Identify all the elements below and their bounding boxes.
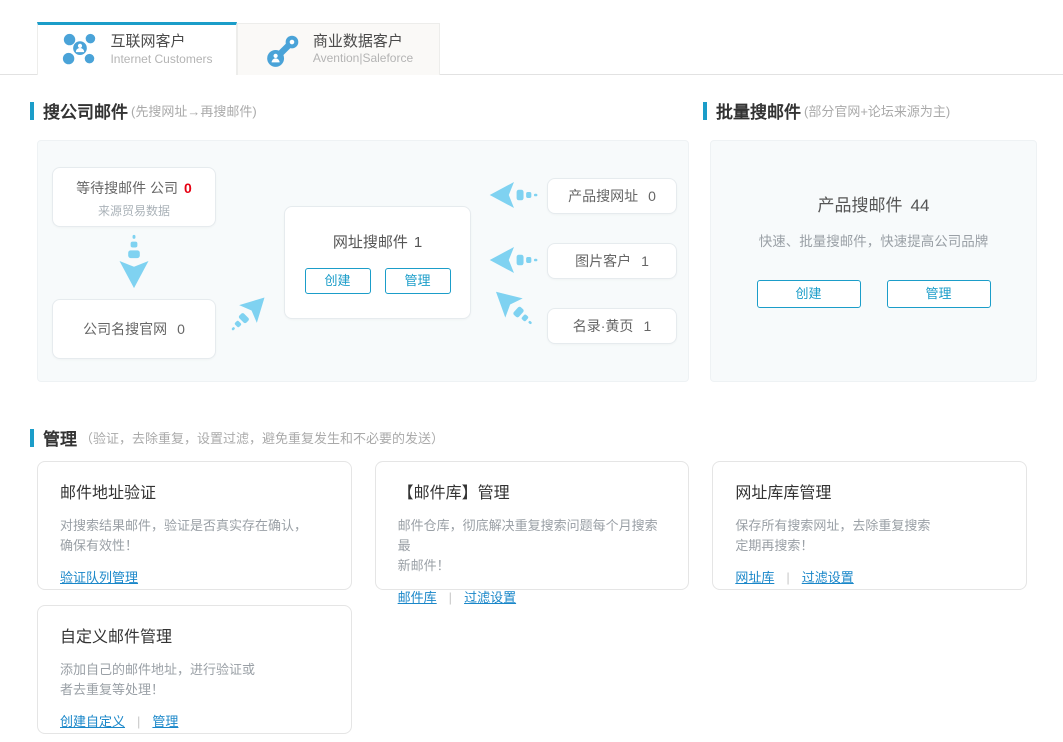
- tab-internet-customers[interactable]: 互联网客户 Internet Customers: [37, 22, 237, 75]
- waiting-source-label: 来源贸易数据: [53, 202, 215, 219]
- section-header-batch-search: 批量搜邮件 (部分官网+论坛来源为主): [703, 98, 950, 123]
- tab-bar: 互联网客户 Internet Customers 商业数据客户: [37, 22, 440, 75]
- network-users-icon: [61, 32, 99, 68]
- accent-bar: [703, 102, 707, 120]
- section-hint: （验证，去除重复，设置过滤，避免重复发生和不必要的发送）: [80, 428, 444, 447]
- card-custom-email: 自定义邮件管理 添加自己的邮件地址，进行验证或 者去重复等处理！ 创建自定义 | 管…: [37, 605, 352, 734]
- card-email-verification: 邮件地址验证 对搜索结果邮件，验证是否真实存在确认， 确保有效性！ 验证队列管理: [37, 461, 352, 590]
- section-hint: (先搜网址→再搜邮件): [131, 101, 257, 120]
- flow-arrow-left-icon: [488, 179, 540, 211]
- search-company-flow-panel: 等待搜邮件 公司0 来源贸易数据 公司名搜官网0 网址搜邮: [37, 140, 689, 382]
- source-count: 1: [643, 318, 651, 334]
- product-search-url-box: 产品搜网址 0: [547, 178, 677, 214]
- url-search-label: 网址搜邮件: [333, 234, 408, 251]
- url-library-link[interactable]: 网址库: [735, 570, 774, 585]
- accent-bar: [30, 429, 34, 447]
- email-library-link[interactable]: 邮件库: [398, 590, 437, 605]
- waiting-label: 等待搜邮件 公司: [76, 180, 178, 196]
- waiting-count: 0: [184, 180, 192, 196]
- create-button[interactable]: 创建: [305, 268, 371, 294]
- tab-subtitle: Avention|Saleforce: [313, 51, 413, 66]
- batch-search-panel: 产品搜邮件 44 快速、批量搜邮件，快速提高公司品牌 创建 管理: [710, 140, 1037, 382]
- section-title: 批量搜邮件: [716, 98, 801, 123]
- link-separator: |: [137, 714, 140, 729]
- link-separator: |: [786, 570, 789, 585]
- card-email-library: 【邮件库】管理 邮件仓库，彻底解决重复搜索问题每个月搜索最 新邮件！ 邮件库|过…: [375, 461, 690, 590]
- source-label: 图片客户: [575, 253, 631, 269]
- flow-arrow-up-left-icon: [484, 279, 544, 338]
- section-header-search-company: 搜公司邮件 (先搜网址→再搜邮件): [30, 98, 257, 123]
- directory-yellowpages-box: 名录·黄页 1: [547, 308, 677, 344]
- section-title: 搜公司邮件: [43, 98, 128, 123]
- section-hint: (部分官网+论坛来源为主): [804, 101, 950, 120]
- url-search-count: 1: [414, 234, 422, 251]
- card-description: 添加自己的邮件地址，进行验证或 者去重复等处理！: [60, 660, 329, 700]
- batch-title-label: 产品搜邮件: [818, 196, 903, 215]
- card-title: 邮件地址验证: [60, 479, 329, 503]
- waiting-companies-box: 等待搜邮件 公司 0 来源贸易数据: [52, 167, 216, 227]
- url-search-email-box: 网址搜邮件 1 创建 管理: [284, 206, 471, 319]
- source-label: 名录·黄页: [573, 318, 634, 334]
- card-description: 保存所有搜索网址，去除重复搜索 定期再搜索！: [735, 516, 1004, 556]
- key-user-icon: [264, 32, 302, 68]
- batch-description: 快速、批量搜邮件，快速提高公司品牌: [711, 230, 1036, 250]
- flow-arrow-down-icon: [116, 232, 152, 290]
- company-search-count: 0: [177, 321, 185, 337]
- verify-queue-manage-link[interactable]: 验证队列管理: [60, 570, 138, 585]
- company-name-search-box: 公司名搜官网 0: [52, 299, 216, 359]
- manage-cards: 邮件地址验证 对搜索结果邮件，验证是否真实存在确认， 确保有效性！ 验证队列管理…: [37, 461, 1027, 734]
- image-customers-box: 图片客户 1: [547, 243, 677, 279]
- card-title: 网址库库管理: [735, 479, 1004, 503]
- accent-bar: [30, 102, 34, 120]
- manage-button[interactable]: 管理: [887, 280, 991, 308]
- flow-arrow-left-icon: [488, 244, 540, 276]
- link-separator: |: [449, 590, 452, 605]
- manage-link[interactable]: 管理: [152, 714, 178, 729]
- tab-subtitle: Internet Customers: [110, 52, 212, 67]
- page: 互联网客户 Internet Customers 商业数据客户: [0, 0, 1063, 742]
- source-count: 0: [648, 188, 656, 204]
- company-search-label: 公司名搜官网: [83, 321, 167, 337]
- card-description: 邮件仓库，彻底解决重复搜索问题每个月搜索最 新邮件！: [398, 516, 667, 576]
- manage-button[interactable]: 管理: [385, 268, 451, 294]
- card-title: 自定义邮件管理: [60, 623, 329, 647]
- batch-count: 44: [911, 196, 930, 215]
- tab-business-data-customers[interactable]: 商业数据客户 Avention|Saleforce: [237, 23, 440, 75]
- filter-settings-link[interactable]: 过滤设置: [802, 570, 854, 585]
- create-button[interactable]: 创建: [757, 280, 861, 308]
- section-header-manage: 管理 （验证，去除重复，设置过滤，避免重复发生和不必要的发送）: [30, 425, 444, 450]
- filter-settings-link[interactable]: 过滤设置: [464, 590, 516, 605]
- section-title: 管理: [43, 425, 77, 450]
- flow-arrow-up-right-icon: [220, 286, 277, 343]
- card-title: 【邮件库】管理: [398, 479, 667, 503]
- source-label: 产品搜网址: [568, 188, 638, 204]
- tab-title: 互联网客户: [110, 33, 212, 52]
- tab-title: 商业数据客户: [313, 33, 413, 52]
- card-url-library: 网址库库管理 保存所有搜索网址，去除重复搜索 定期再搜索！ 网址库 | 过滤设置: [712, 461, 1027, 590]
- create-custom-link[interactable]: 创建自定义: [60, 714, 125, 729]
- card-description: 对搜索结果邮件，验证是否真实存在确认， 确保有效性！: [60, 516, 329, 556]
- source-count: 1: [641, 253, 649, 269]
